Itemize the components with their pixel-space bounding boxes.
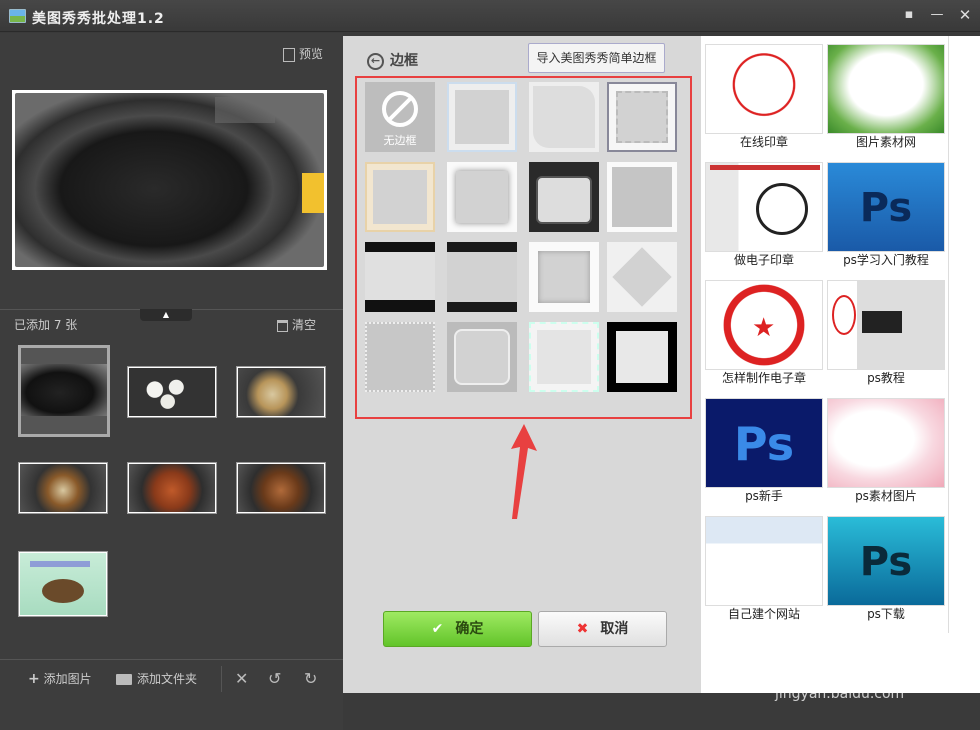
watermark-logo: Bai 经验 [750, 649, 899, 690]
thumbnail-item[interactable] [236, 462, 326, 514]
ad-tile[interactable]: ps素材图片 [827, 398, 945, 511]
ad-image-ps-tutorial [827, 280, 945, 370]
rotate-right-icon[interactable]: ↻ [304, 669, 317, 688]
ad-image-flowers [827, 398, 945, 488]
ad-scrollbar[interactable] [948, 36, 949, 633]
main-preview-image [12, 90, 327, 270]
ad-label: ps素材图片 [855, 489, 917, 503]
minimize-icon[interactable]: — [926, 5, 948, 25]
add-image-label: 添加图片 [43, 672, 92, 686]
ad-label: 怎样制作电子章 [721, 371, 806, 385]
folder-icon [116, 674, 132, 685]
ad-panel: 在线印章 图片素材网 做电子印章 Ps ps学习入门教程 ★ 怎样制作电子章 p… [701, 36, 980, 693]
title-bar: 美图秀秀批处理1.2 ▪ — ✕ [0, 0, 980, 32]
frame-panel: ← 边框 导入美图秀秀简单边框 无边框 ✔ 确定 ✖ 取消 [343, 36, 701, 693]
bottom-toolbar: + 添加图片 添加文件夹 ✕ ↺ ↻ [0, 659, 343, 699]
ad-tile[interactable]: 做电子印章 [705, 162, 823, 275]
plus-icon: + [28, 671, 40, 687]
ad-tile[interactable]: ★ 怎样制作电子章 [705, 280, 823, 393]
thumbnail-item[interactable] [236, 366, 326, 418]
thumbnail-item[interactable] [127, 366, 217, 418]
close-icon[interactable]: ✕ [954, 5, 976, 25]
ad-image-ps-logo: Ps [827, 162, 945, 252]
preview-label: 预览 [299, 47, 324, 61]
cancel-label: 取消 [600, 621, 629, 637]
preview-button[interactable]: 预览 [283, 45, 323, 62]
cancel-button[interactable]: ✖ 取消 [538, 611, 667, 647]
ad-image-software [705, 162, 823, 252]
ad-label: 在线印章 [739, 135, 788, 149]
ad-label: 图片素材网 [855, 135, 916, 149]
ad-tile[interactable]: ps教程 [827, 280, 945, 393]
add-folder-label: 添加文件夹 [137, 672, 198, 686]
ad-tile[interactable]: 在线印章 [705, 44, 823, 157]
ad-label: ps新手 [745, 489, 783, 503]
check-icon: ✔ [431, 621, 444, 637]
thumbnail-item[interactable] [18, 462, 108, 514]
collapse-handle[interactable]: ▲ [140, 309, 192, 321]
toolbar-divider [221, 666, 222, 692]
ad-tile[interactable]: Ps ps学习入门教程 [827, 162, 945, 275]
feedback-icon[interactable]: ▪ [898, 5, 920, 25]
ad-tile[interactable]: 自己建个网站 [705, 516, 823, 629]
ad-tile[interactable]: 图片素材网 [827, 44, 945, 157]
clear-label: 清空 [292, 318, 317, 332]
preview-icon [283, 47, 295, 62]
annotation-arrow [511, 424, 537, 519]
trash-icon [277, 319, 288, 332]
add-folder-button[interactable]: 添加文件夹 [116, 670, 197, 687]
add-image-button[interactable]: + 添加图片 [28, 670, 92, 687]
ad-tile[interactable]: Ps ps新手 [705, 398, 823, 511]
ad-label: 做电子印章 [733, 253, 794, 267]
ad-image-website [705, 516, 823, 606]
ad-image-leaves [827, 44, 945, 134]
thumbnail-item[interactable] [127, 462, 217, 514]
ad-image-seal [705, 44, 823, 134]
ad-image-ps-new: Ps [705, 398, 823, 488]
clear-button[interactable]: 清空 [277, 316, 316, 333]
ad-label: ps下载 [867, 607, 905, 621]
ad-label: ps教程 [867, 371, 905, 385]
window-title: 美图秀秀批处理1.2 [32, 11, 165, 27]
x-icon: ✖ [576, 621, 589, 637]
confirm-button[interactable]: ✔ 确定 [383, 611, 532, 647]
ad-label: 自己建个网站 [727, 607, 800, 621]
app-icon [9, 9, 26, 23]
ad-image-ps-download: Ps [827, 516, 945, 606]
ad-label: ps学习入门教程 [843, 253, 929, 267]
watermark-url: jingyan.baidu.com [775, 686, 905, 702]
ad-image-red-seal: ★ [705, 280, 823, 370]
ad-tile[interactable]: Ps ps下载 [827, 516, 945, 629]
rotate-left-icon[interactable]: ↺ [268, 669, 281, 688]
thumbnail-item[interactable] [18, 345, 110, 437]
added-count: 已添加 7 张 [14, 318, 78, 332]
confirm-label: 确定 [455, 621, 484, 637]
left-panel: 预览 ▲ 已添加 7 张 清空 + 添加图片 添加文件夹 ✕ ↺ ↻ [0, 33, 343, 730]
delete-icon[interactable]: ✕ [235, 669, 248, 688]
thumbnail-item[interactable] [18, 551, 108, 617]
